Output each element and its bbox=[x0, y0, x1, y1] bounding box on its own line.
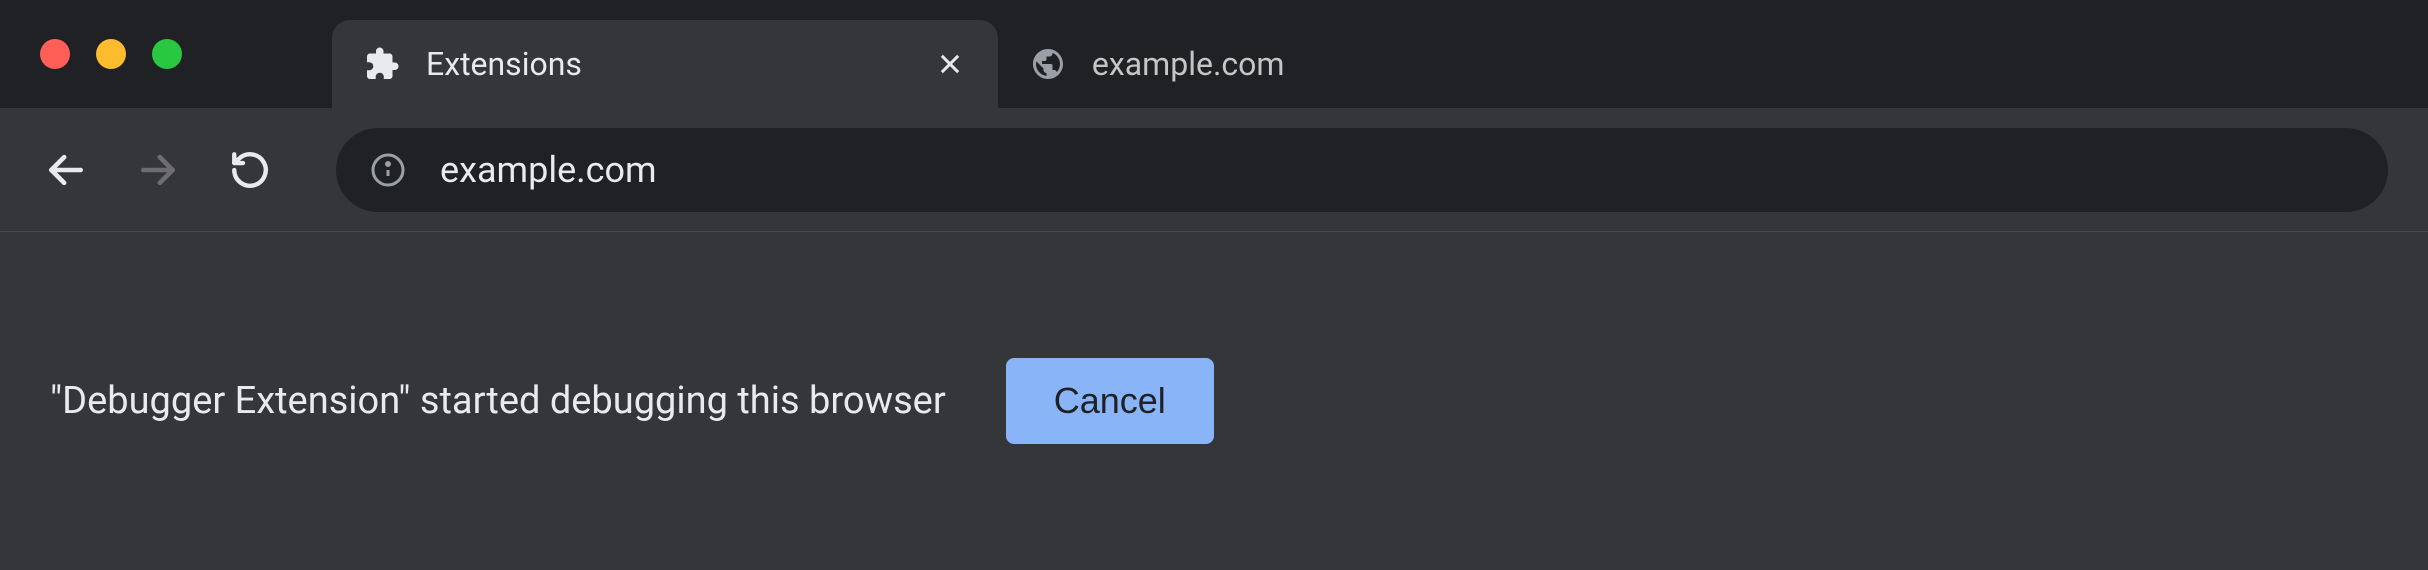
tab-example[interactable]: example.com bbox=[998, 20, 1315, 108]
tab-extensions[interactable]: Extensions bbox=[332, 20, 998, 108]
toolbar: example.com bbox=[0, 108, 2428, 232]
globe-icon bbox=[1028, 44, 1068, 84]
site-info-icon[interactable] bbox=[366, 148, 410, 192]
window-minimize-button[interactable] bbox=[96, 39, 126, 69]
tab-strip: Extensions example.com bbox=[0, 0, 2428, 108]
back-button[interactable] bbox=[40, 144, 92, 196]
url-text: example.com bbox=[440, 149, 657, 191]
tab-title: Extensions bbox=[426, 45, 582, 83]
puzzle-piece-icon bbox=[362, 44, 402, 84]
cancel-button[interactable]: Cancel bbox=[1006, 358, 1214, 444]
debugger-info-bar: "Debugger Extension" started debugging t… bbox=[0, 232, 2428, 570]
tab-close-button[interactable] bbox=[932, 46, 968, 82]
tab-title: example.com bbox=[1092, 45, 1285, 83]
window-close-button[interactable] bbox=[40, 39, 70, 69]
info-bar-message: "Debugger Extension" started debugging t… bbox=[50, 379, 946, 423]
address-bar[interactable]: example.com bbox=[336, 128, 2388, 212]
reload-button[interactable] bbox=[224, 144, 276, 196]
window-controls bbox=[40, 39, 182, 69]
window-maximize-button[interactable] bbox=[152, 39, 182, 69]
forward-button[interactable] bbox=[132, 144, 184, 196]
